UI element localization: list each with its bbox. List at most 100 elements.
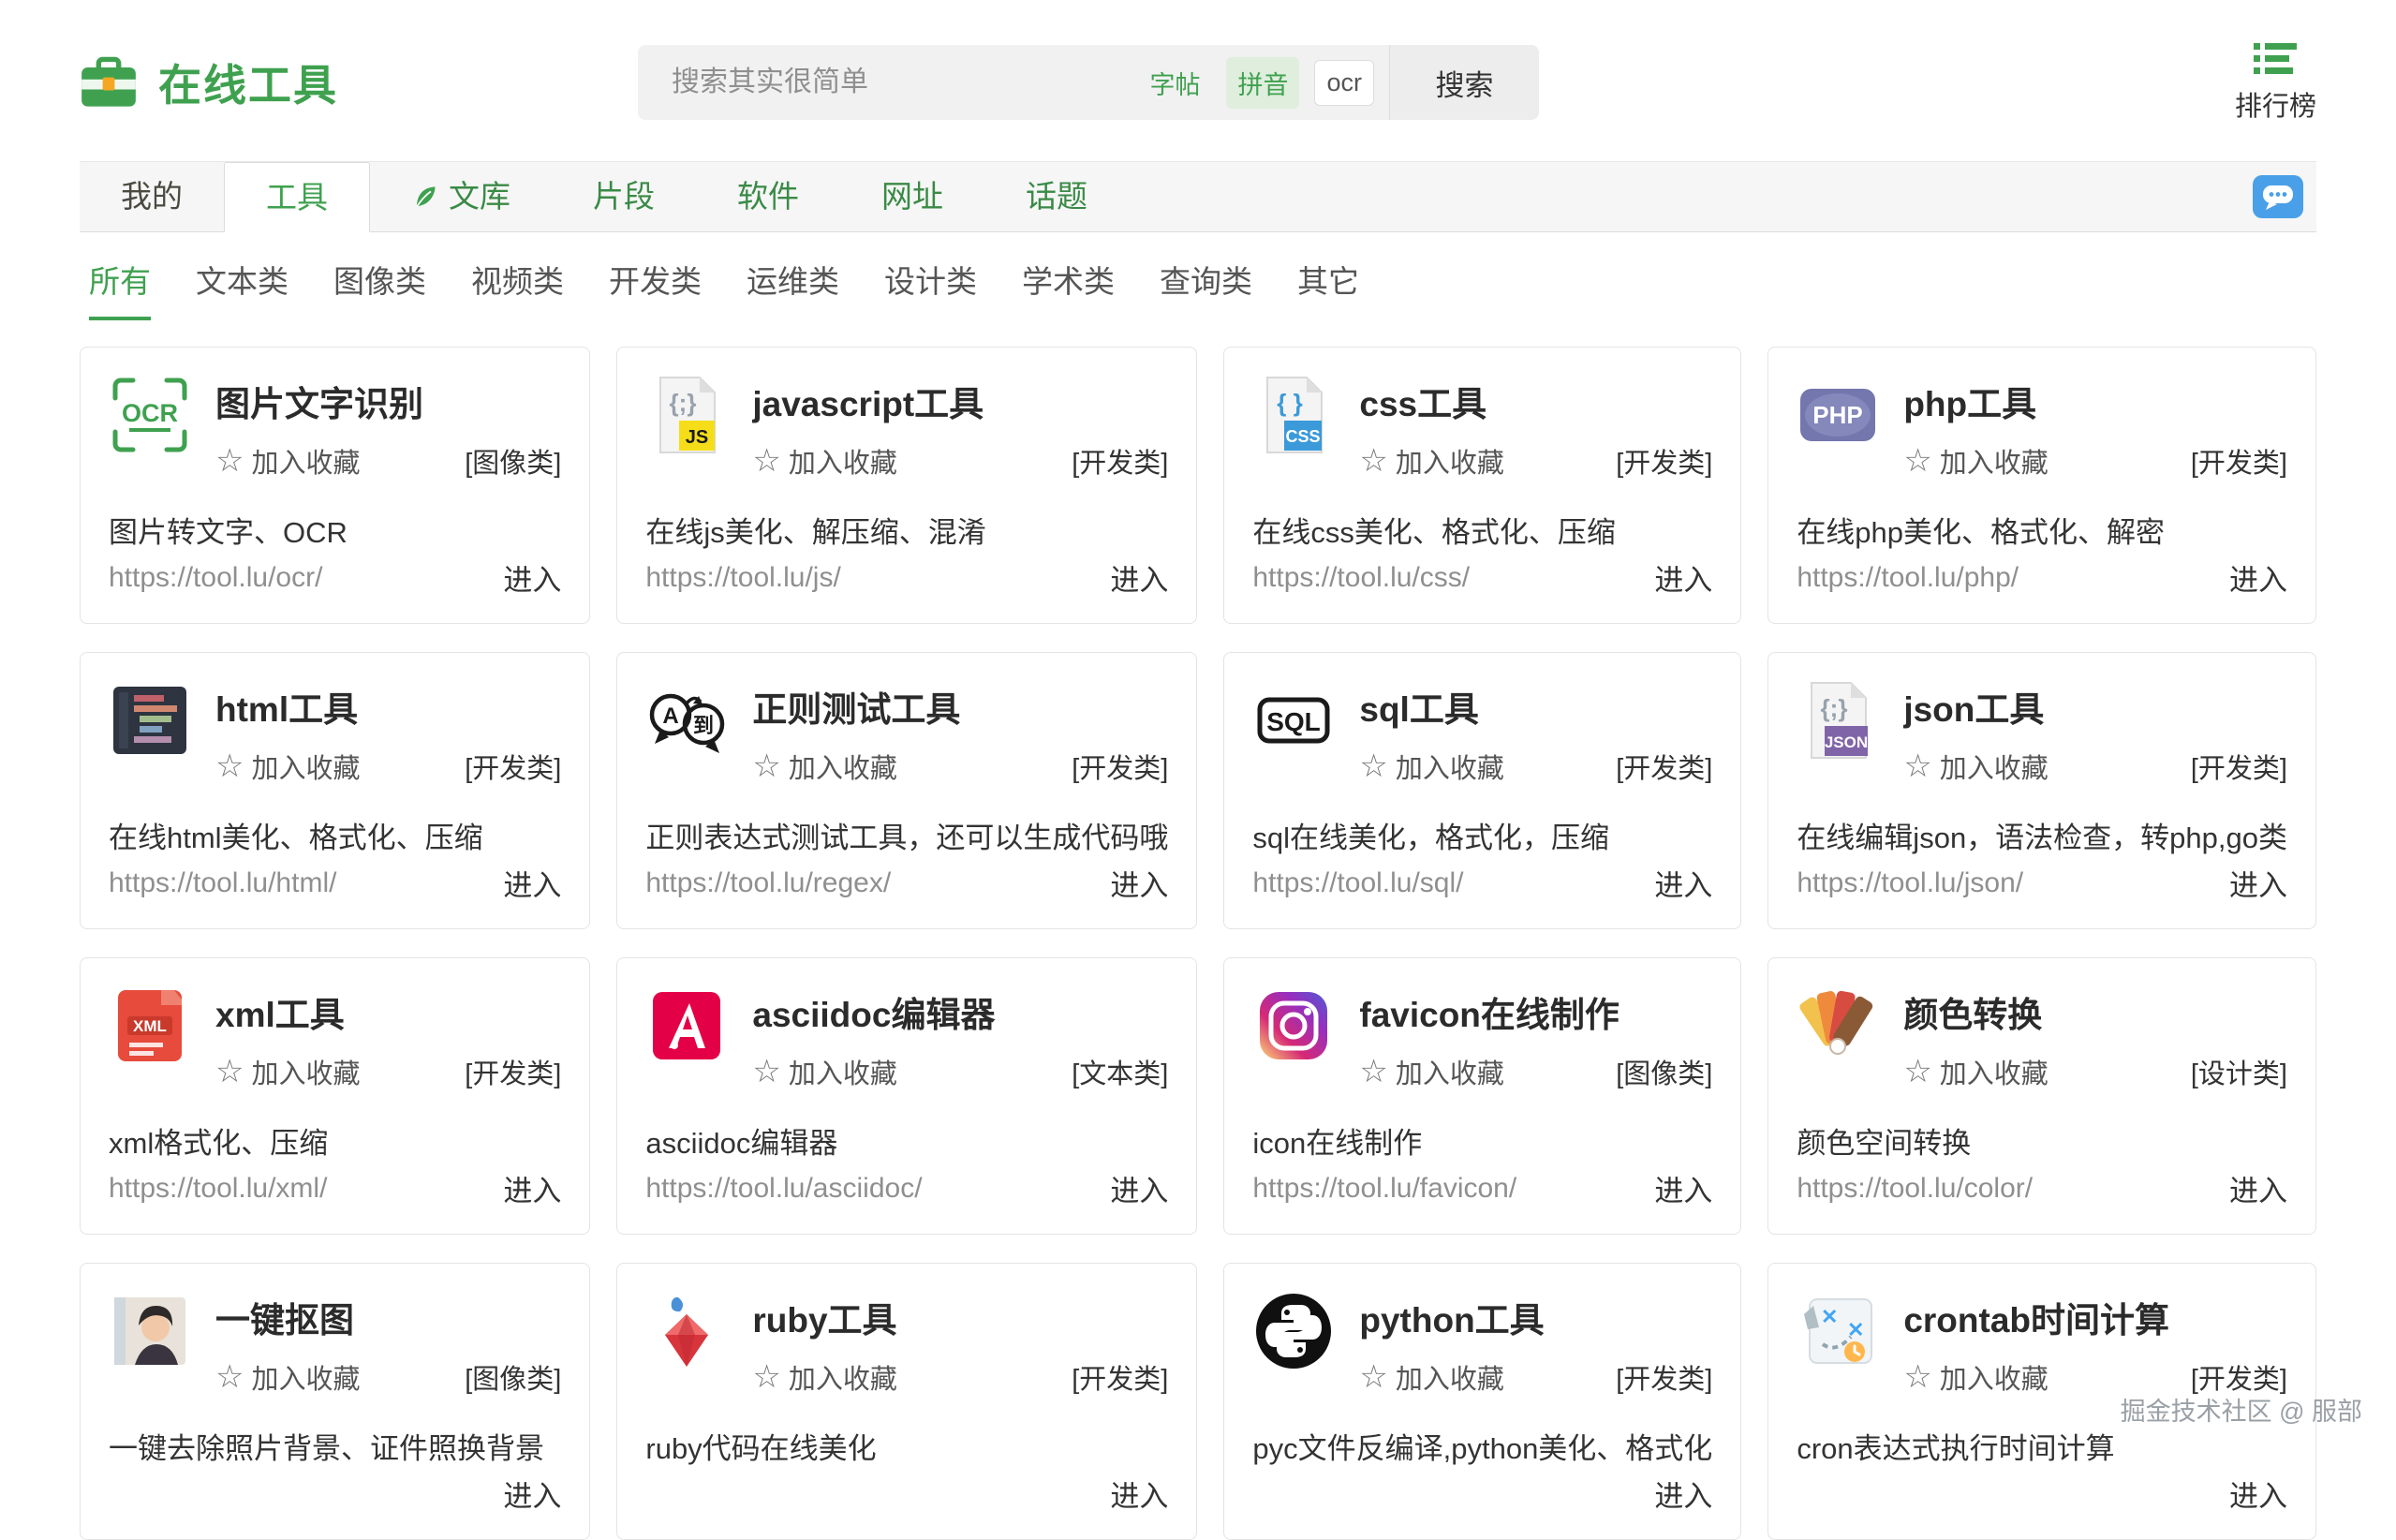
tool-card: XML xml工具 ☆ 加入收藏 [开发类] xml格式化、压缩 https:/… [80,957,590,1235]
favorite-button[interactable]: ☆ 加入收藏 [215,747,361,786]
search-tag-pinyin[interactable]: 拼音 [1226,57,1299,109]
favorite-label: 加入收藏 [789,441,897,481]
tool-title[interactable]: asciidoc编辑器 [752,986,1168,1037]
favorite-button[interactable]: ☆ 加入收藏 [752,441,897,481]
enter-link[interactable]: 进入 [503,862,561,904]
search-tag-ocr[interactable]: ocr [1314,60,1374,106]
tool-title[interactable]: 一键抠图 [215,1292,561,1342]
favorite-button[interactable]: ☆ 加入收藏 [752,1052,897,1091]
tab-software[interactable]: 软件 [696,162,840,231]
favorite-label: 加入收藏 [789,747,897,786]
tool-title[interactable]: crontab时间计算 [1903,1292,2287,1342]
category-text[interactable]: 文本类 [196,257,288,320]
enter-link[interactable]: 进入 [503,556,561,599]
favorite-button[interactable]: ☆ 加入收藏 [1903,1052,2048,1091]
enter-link[interactable]: 进入 [1110,862,1168,904]
tool-description: 在线css美化、格式化、压缩 [1252,509,1712,551]
favorite-button[interactable]: ☆ 加入收藏 [752,747,897,786]
favorite-label: 加入收藏 [251,1357,360,1397]
tool-title[interactable]: sql工具 [1359,681,1712,732]
asciidoc-icon [645,985,728,1067]
enter-link[interactable]: 进入 [1654,862,1712,904]
star-icon: ☆ [1903,1056,1931,1088]
tool-title[interactable]: 正则测试工具 [752,681,1168,732]
ranking-link[interactable]: 排行榜 [2235,41,2316,124]
favicon-icon [1252,985,1335,1067]
favorite-button[interactable]: ☆ 加入收藏 [1359,1052,1504,1091]
tool-title[interactable]: favicon在线制作 [1359,986,1712,1037]
enter-link[interactable]: 进入 [2229,1167,2287,1209]
tool-title[interactable]: 颜色转换 [1903,986,2287,1037]
tool-title[interactable]: html工具 [215,681,561,732]
tool-category-badge: [开发类] [1072,1357,1168,1397]
tool-category-badge: [开发类] [1616,441,1712,481]
enter-link[interactable]: 进入 [1654,556,1712,599]
enter-link[interactable]: 进入 [503,1473,561,1515]
tool-card: asciidoc编辑器 ☆ 加入收藏 [文本类] asciidoc编辑器 htt… [616,957,1197,1235]
favorite-button[interactable]: ☆ 加入收藏 [1903,441,2048,481]
search-tag-zitie[interactable]: 字帖 [1138,57,1211,109]
tool-description: cron表达式执行时间计算 [1797,1425,2287,1467]
tool-title[interactable]: ruby工具 [752,1292,1168,1342]
tool-title[interactable]: css工具 [1359,376,1712,426]
favorite-label: 加入收藏 [1940,1052,2048,1091]
star-icon: ☆ [752,750,780,782]
chat-icon[interactable] [2253,175,2303,218]
favorite-button[interactable]: ☆ 加入收藏 [1903,1357,2048,1397]
enter-link[interactable]: 进入 [2229,862,2287,904]
php-icon: PHP [1797,374,1879,456]
favorite-button[interactable]: ☆ 加入收藏 [1903,747,2048,786]
tool-title[interactable]: xml工具 [215,986,561,1037]
favorite-button[interactable]: ☆ 加入收藏 [215,441,361,481]
tool-category-badge: [图像类] [1616,1052,1712,1091]
category-query[interactable]: 查询类 [1160,257,1252,320]
tool-title[interactable]: python工具 [1359,1292,1712,1342]
css-icon: { }CSS [1252,374,1335,456]
enter-link[interactable]: 进入 [1654,1167,1712,1209]
star-icon: ☆ [215,1361,244,1393]
enter-link[interactable]: 进入 [1110,556,1168,599]
search-input[interactable] [638,45,1138,120]
category-design[interactable]: 设计类 [884,257,977,320]
favorite-button[interactable]: ☆ 加入收藏 [1359,1357,1504,1397]
tab-tools[interactable]: 工具 [224,162,370,232]
tool-description: 一键去除照片背景、证件照换背景 [109,1425,561,1467]
favorite-button[interactable]: ☆ 加入收藏 [215,1357,361,1397]
category-image[interactable]: 图像类 [333,257,426,320]
ocr-icon: OCR [109,374,191,456]
tool-category-badge: [开发类] [1072,441,1168,481]
enter-link[interactable]: 进入 [1110,1473,1168,1515]
python-icon [1252,1290,1335,1372]
tool-title[interactable]: javascript工具 [752,376,1168,426]
tab-topics[interactable]: 话题 [984,162,1129,231]
star-icon: ☆ [752,1056,780,1088]
category-academic[interactable]: 学术类 [1022,257,1115,320]
category-dev[interactable]: 开发类 [609,257,702,320]
category-other[interactable]: 其它 [1297,257,1359,320]
tool-title[interactable]: 图片文字识别 [215,376,561,426]
enter-link[interactable]: 进入 [1110,1167,1168,1209]
enter-link[interactable]: 进入 [2229,556,2287,599]
tab-mine[interactable]: 我的 [80,162,224,231]
enter-link[interactable]: 进入 [2229,1473,2287,1515]
tool-title[interactable]: php工具 [1903,376,2287,426]
category-all[interactable]: 所有 [89,257,151,320]
site-logo[interactable]: 在线工具 [80,52,338,113]
favorite-button[interactable]: ☆ 加入收藏 [1359,747,1504,786]
star-icon: ☆ [1903,750,1931,782]
category-video[interactable]: 视频类 [471,257,564,320]
favorite-button[interactable]: ☆ 加入收藏 [1359,441,1504,481]
enter-link[interactable]: 进入 [503,1167,561,1209]
search-button[interactable]: 搜索 [1389,45,1539,120]
enter-link[interactable]: 进入 [1654,1473,1712,1515]
tab-urls[interactable]: 网址 [840,162,984,231]
tab-library[interactable]: 文库 [370,162,552,231]
tool-description: ruby代码在线美化 [645,1425,1168,1467]
tool-title[interactable]: json工具 [1903,681,2287,732]
favorite-button[interactable]: ☆ 加入收藏 [215,1052,361,1091]
tab-snippets[interactable]: 片段 [552,162,696,231]
ruby-icon [645,1290,728,1372]
html-icon [109,679,191,762]
category-ops[interactable]: 运维类 [747,257,839,320]
favorite-button[interactable]: ☆ 加入收藏 [752,1357,897,1397]
